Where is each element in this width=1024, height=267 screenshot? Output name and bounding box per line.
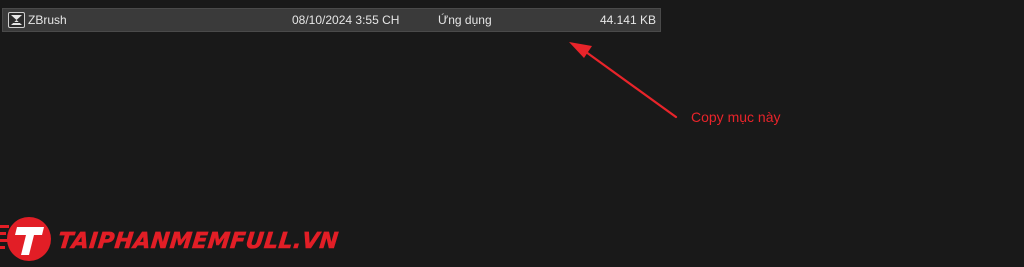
logo-t-icon xyxy=(0,217,51,261)
file-date-modified: 08/10/2024 3:55 CH xyxy=(292,13,400,27)
file-size: 44.141 KB xyxy=(599,13,656,27)
zbrush-app-icon xyxy=(8,12,25,28)
watermark-logo: TAIPHANMEMFULL.VN xyxy=(0,212,340,267)
file-type: Ứng dụng xyxy=(438,13,492,27)
screenshot-canvas: ZBrush 08/10/2024 3:55 CH Ứng dụng 44.14… xyxy=(0,0,1024,267)
watermark-text: TAIPHANMEMFULL.VN xyxy=(56,229,340,255)
file-name: ZBrush xyxy=(28,13,67,27)
file-row-zbrush[interactable]: ZBrush 08/10/2024 3:55 CH Ứng dụng 44.14… xyxy=(2,8,661,32)
annotation-label: Copy mục này xyxy=(691,109,781,125)
